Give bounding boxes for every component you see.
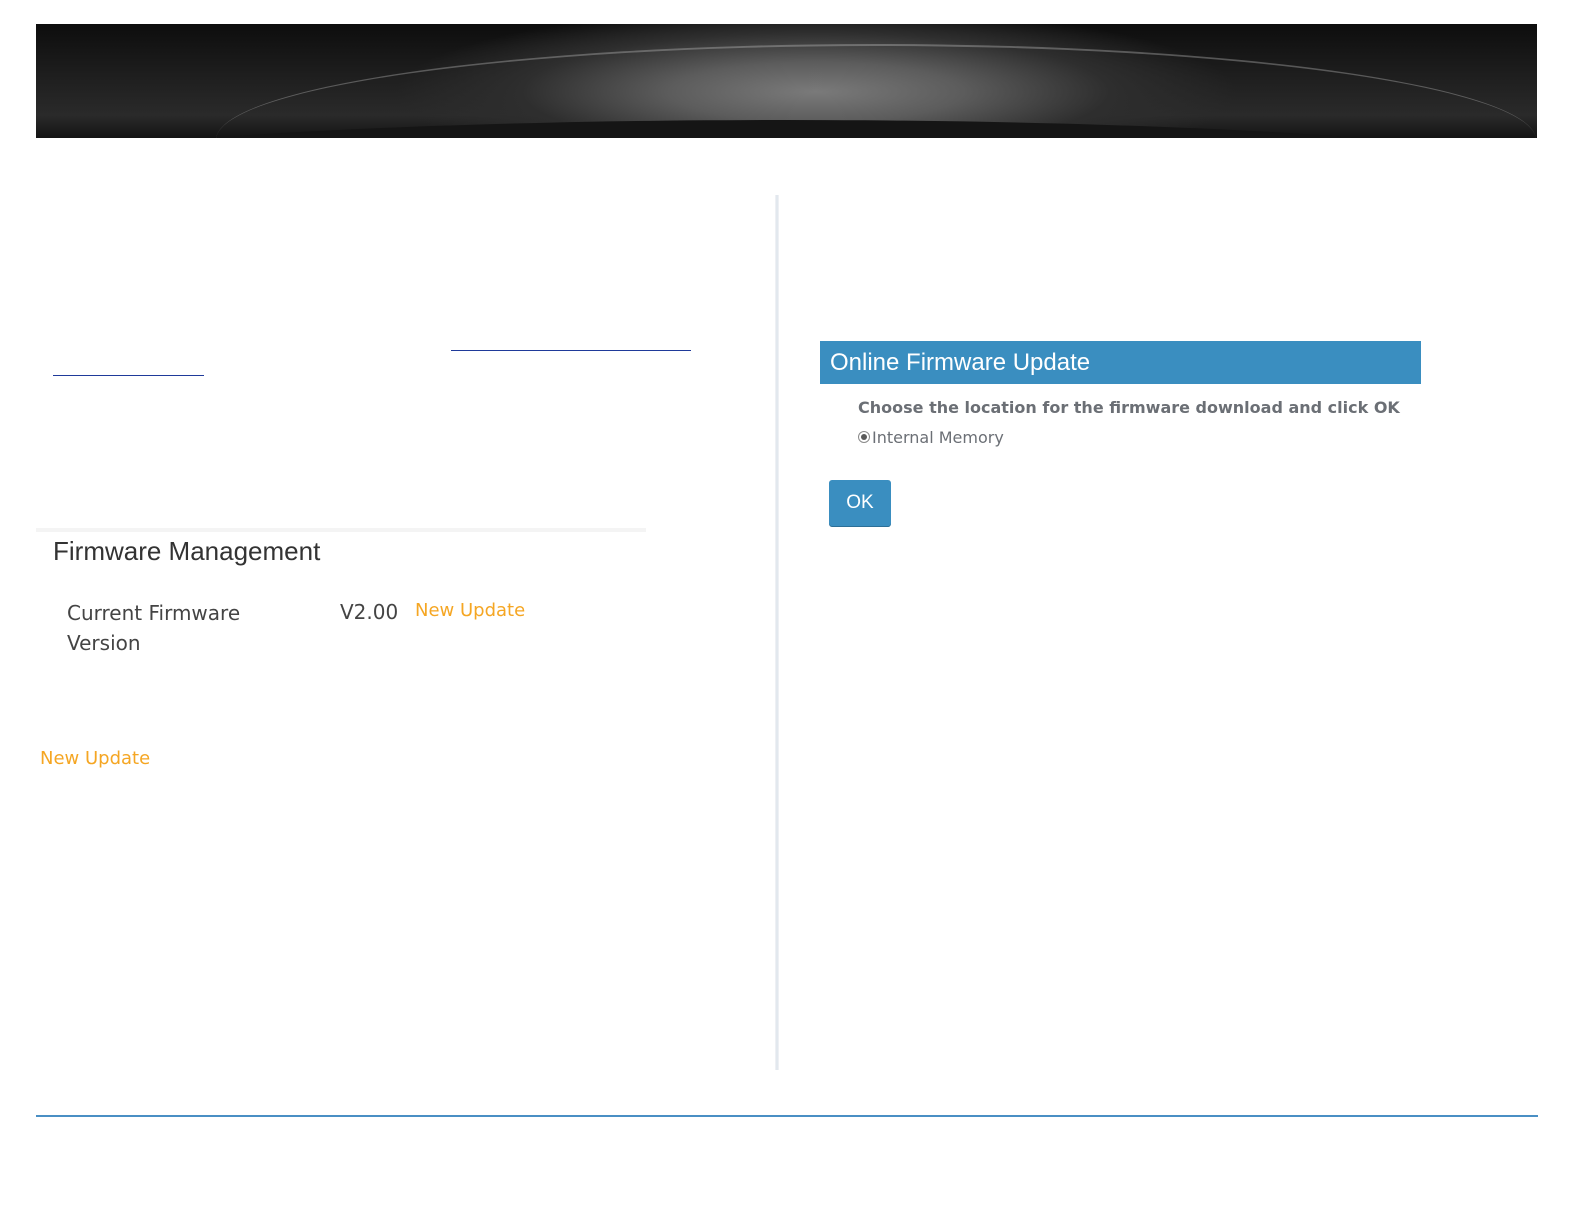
current-firmware-value: V2.00 — [340, 600, 399, 624]
new-update-link-reference[interactable]: New Update — [40, 746, 150, 772]
radio-button[interactable] — [858, 431, 870, 443]
hyperlink-underline-1[interactable] — [451, 350, 691, 351]
column-divider — [775, 195, 779, 1070]
header-banner — [36, 24, 1537, 138]
hyperlink-underline-2[interactable] — [53, 375, 204, 376]
radio-selected-dot — [861, 434, 867, 440]
current-firmware-label: Current Firmware Version — [67, 601, 241, 655]
banner-sweep — [216, 44, 1536, 138]
internal-memory-label: Internal Memory — [872, 427, 1004, 447]
screenshot-edge — [36, 528, 646, 532]
footer-rule — [36, 1115, 1538, 1117]
ok-button[interactable]: OK — [829, 480, 891, 526]
download-location-instruction: Choose the location for the firmware dow… — [858, 398, 1400, 417]
firmware-management-title: Firmware Management — [53, 536, 321, 566]
online-firmware-update-header: Online Firmware Update — [820, 341, 1421, 384]
internal-memory-option[interactable]: Internal Memory — [858, 426, 1004, 448]
new-update-link[interactable]: New Update — [415, 598, 525, 624]
